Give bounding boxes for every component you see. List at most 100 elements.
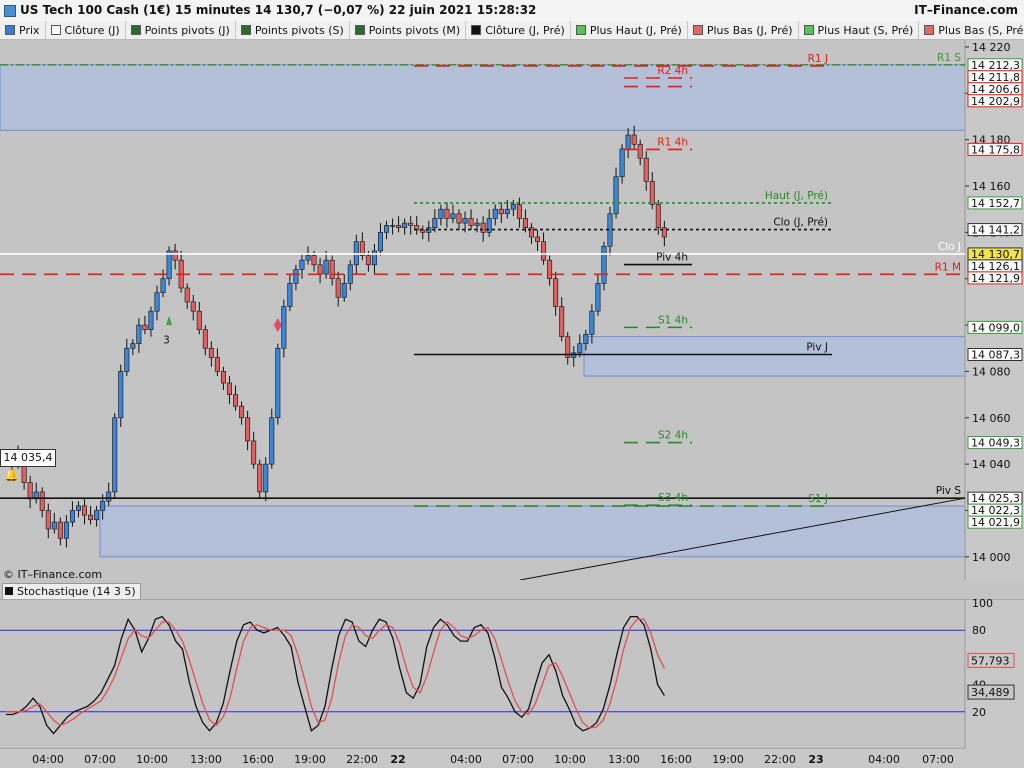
candle-body: [202, 329, 208, 349]
x-tick-label: 13:00: [190, 753, 222, 766]
candle-body: [88, 514, 94, 521]
candle-body: [57, 521, 63, 539]
level-label: S1 4h: [658, 314, 688, 326]
candle-body: [299, 259, 305, 270]
candle-body: [553, 278, 559, 307]
candle-body: [39, 491, 45, 511]
candle-body: [420, 229, 426, 233]
candle-body: [75, 505, 81, 511]
alert-bell-icon[interactable]: 🔔: [4, 468, 19, 482]
candle-body: [480, 222, 486, 233]
candle-body: [613, 176, 619, 215]
candle-body: [118, 371, 124, 419]
legend-plus-bas-s-pre[interactable]: Plus Bas (S, Pré): [919, 21, 1024, 39]
candle: [118, 364, 124, 428]
candle-body: [100, 500, 106, 511]
legend-color-swatch: [50, 25, 61, 35]
y-tick-label: 14 080: [972, 365, 1011, 378]
price-chart[interactable]: 14 22014 20014 18014 16014 14014 12014 1…: [0, 40, 1024, 580]
candle-body: [468, 218, 474, 226]
candle-body: [269, 417, 275, 465]
candle-body: [595, 283, 601, 312]
level-label: R1 4h: [657, 136, 688, 148]
x-tick-label: 07:00: [84, 753, 116, 766]
candle-body: [365, 255, 371, 266]
x-tick-label: 22:00: [346, 753, 378, 766]
candle-body: [82, 505, 88, 516]
stochastic-label[interactable]: Stochastique (14 3 5): [2, 583, 141, 600]
stochastic-y-tick: 100: [972, 599, 993, 610]
candle: [112, 413, 118, 499]
level-label: Piv S: [936, 485, 962, 497]
legend-cloture-j-pre[interactable]: Clôture (J, Pré): [466, 21, 571, 39]
candle-body: [577, 343, 583, 354]
legend-plus-haut-s-pre[interactable]: Plus Haut (S, Pré): [799, 21, 920, 39]
price-tag-label: 14 175,8: [971, 143, 1020, 156]
candle-body: [263, 463, 269, 493]
x-tick-label: 22: [390, 753, 405, 766]
candle-body: [142, 324, 148, 330]
candle-body: [287, 283, 293, 307]
legend-plus-haut-j-pre[interactable]: Plus Haut (J, Pré): [571, 21, 688, 39]
legend-prix[interactable]: Prix: [0, 21, 46, 39]
legend-label: Plus Haut (J, Pré): [589, 23, 682, 37]
candle-body: [390, 225, 396, 227]
candle-body: [377, 232, 383, 252]
x-tick-label: 10:00: [554, 753, 586, 766]
stochastic-y-tick: 20: [972, 706, 986, 719]
legend-color-swatch: [803, 25, 814, 35]
cursor-price-label: 14 035,4: [0, 449, 56, 467]
price-tag-label: 14 202,9: [971, 95, 1020, 108]
candle-body: [226, 382, 232, 395]
candle-body: [220, 371, 226, 384]
candle-body: [649, 181, 655, 205]
candle-body: [510, 204, 516, 210]
stochastic-title: Stochastique (14 3 5): [17, 585, 136, 598]
candle-body: [643, 157, 649, 182]
candle-body: [281, 306, 287, 349]
legend-label: Points pivots (M): [368, 23, 461, 37]
legend-pivots-s[interactable]: Points pivots (S): [236, 21, 350, 39]
stochastic-axis: [965, 599, 1024, 749]
candle-body: [522, 218, 528, 229]
candle: [269, 408, 275, 469]
level-label: Piv J: [806, 341, 828, 353]
legend-color-swatch: [924, 25, 935, 35]
candle-body: [408, 222, 414, 226]
price-tag-label: 14 121,9: [971, 272, 1020, 285]
level-label: S1 J: [808, 493, 828, 505]
legend-pivots-m[interactable]: Points pivots (M): [350, 21, 467, 39]
candle-body: [112, 417, 118, 493]
stochastic-value-label: 57,793: [971, 654, 1010, 667]
candle-body: [516, 204, 522, 219]
candle-body: [323, 259, 329, 275]
legend-label: Plus Bas (S, Pré): [938, 23, 1024, 37]
candle-body: [106, 491, 112, 502]
candle-body: [498, 208, 504, 215]
candle-body: [233, 394, 239, 407]
candle-body: [208, 347, 214, 358]
candle-body: [625, 134, 631, 150]
candle-body: [474, 222, 480, 226]
stochastic-chart[interactable]: 10080402057,79334,489: [0, 599, 1024, 749]
candle-body: [329, 259, 335, 280]
candle-body: [94, 510, 100, 521]
legend-label: Plus Bas (J, Pré): [706, 23, 793, 37]
level-label: Clo (J, Pré): [773, 217, 828, 229]
candle-body: [583, 334, 589, 344]
legend-plus-bas-j-pre[interactable]: Plus Bas (J, Pré): [688, 21, 799, 39]
candle-body: [347, 264, 353, 284]
marker-count-label: 3: [163, 335, 170, 347]
y-tick-label: 14 000: [972, 551, 1011, 564]
legend-cloture-j[interactable]: Clôture (J): [46, 21, 126, 39]
legend-pivots-j[interactable]: Points pivots (J): [126, 21, 236, 39]
candle: [601, 241, 607, 291]
level-label: S2 4h: [658, 430, 688, 442]
candle-body: [317, 264, 323, 275]
candle-body: [63, 521, 69, 539]
x-tick-label: 13:00: [608, 753, 640, 766]
x-tick-label: 22:00: [764, 753, 796, 766]
candle-body: [535, 236, 541, 242]
candle-body: [619, 148, 625, 178]
window-title: US Tech 100 Cash (1€) 15 minutes 14 130,…: [20, 3, 537, 17]
